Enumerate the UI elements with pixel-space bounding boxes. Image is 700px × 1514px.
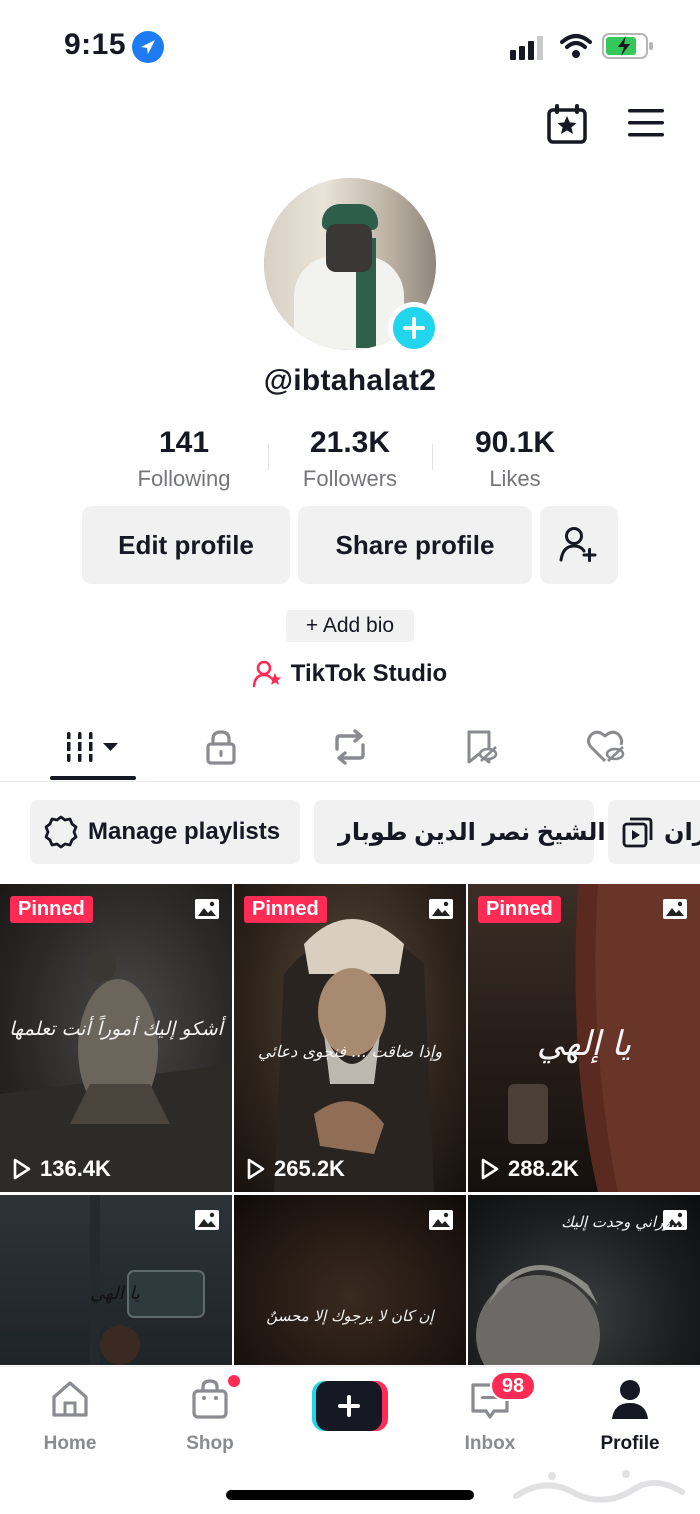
nav-shop[interactable]: Shop xyxy=(160,1375,260,1454)
video-tile[interactable]: إن كان لا يرجوك إلا محسنٌ xyxy=(234,1195,466,1365)
manage-playlists-label: Manage playlists xyxy=(88,818,281,845)
manage-playlists-button[interactable]: Manage playlists xyxy=(30,800,300,864)
stat-following[interactable]: 141 Following xyxy=(101,426,267,492)
add-avatar-button[interactable] xyxy=(388,302,440,354)
playlist-icon xyxy=(622,817,653,848)
stat-followers[interactable]: 21.3K Followers xyxy=(267,426,433,492)
stat-value: 21.3K xyxy=(309,426,391,459)
nav-inbox-label: Inbox xyxy=(464,1433,516,1454)
view-count: 288.2K xyxy=(480,1156,579,1182)
view-count-label: 288.2K xyxy=(508,1156,579,1181)
view-count-label: 136.4K xyxy=(40,1156,111,1181)
pinned-badge: Pinned xyxy=(478,896,561,923)
playlist-label: مران xyxy=(664,818,700,846)
video-caption: إن كان لا يرجوك إلا محسنٌ xyxy=(266,1307,434,1325)
create-button[interactable] xyxy=(312,1381,388,1431)
wifi-icon xyxy=(560,34,592,58)
add-bio-button[interactable]: + Add bio xyxy=(286,610,414,642)
active-tab-indicator xyxy=(50,776,136,780)
watermark-logo xyxy=(513,1470,685,1503)
video-caption: أشكو إليك أموراً أنت تعلمها xyxy=(9,1018,223,1040)
status-time: 9:15 xyxy=(64,28,127,61)
profile-tabs xyxy=(0,714,700,782)
home-indicator xyxy=(226,1490,474,1500)
video-tile[interactable]: Pinned وإذا ضاقت ... فنجوى دعائي 265.2K xyxy=(234,884,466,1192)
shop-notification-dot xyxy=(228,1375,240,1387)
bookmark-hidden-icon xyxy=(467,730,498,764)
inbox-badge: 98 xyxy=(490,1371,536,1401)
add-friend-button[interactable] xyxy=(540,506,618,584)
tab-favorites[interactable] xyxy=(438,714,524,780)
heart-hidden-icon xyxy=(587,730,625,763)
location-arrow-icon xyxy=(132,31,164,63)
pinned-badge: Pinned xyxy=(244,896,327,923)
menu-icon[interactable] xyxy=(626,106,666,140)
photo-icon xyxy=(429,899,453,919)
cellular-signal-icon xyxy=(510,36,543,60)
studio-label: TikTok Studio xyxy=(290,660,448,687)
avatar-phone xyxy=(326,224,372,272)
stat-label: Followers xyxy=(302,466,398,491)
play-icon xyxy=(13,1158,31,1180)
stat-likes[interactable]: 90.1K Likes xyxy=(432,426,598,492)
nav-profile-label: Profile xyxy=(600,1433,660,1454)
tab-reposts[interactable] xyxy=(307,714,393,780)
stat-value: 90.1K xyxy=(474,426,556,459)
calendar-star-icon[interactable] xyxy=(546,104,588,144)
video-caption: يا إلهي xyxy=(536,1024,632,1064)
share-profile-button[interactable]: Share profile xyxy=(298,506,532,584)
playlists-row: Manage playlists الشيخ نصر الدين طوبار م… xyxy=(0,800,700,866)
view-count-label: 265.2K xyxy=(274,1156,345,1181)
stat-label: Likes xyxy=(489,466,541,491)
photo-icon xyxy=(195,899,219,919)
lock-icon xyxy=(206,730,236,765)
profile-icon xyxy=(612,1380,648,1419)
playlist-chip[interactable]: الشيخ نصر الدين طوبار xyxy=(314,800,606,864)
add-person-icon xyxy=(559,527,597,562)
play-icon xyxy=(247,1158,265,1180)
plus-icon xyxy=(403,317,425,339)
playlist-chip[interactable]: مران xyxy=(608,800,700,864)
username: @ibtahalat2 xyxy=(263,364,437,397)
playlist-label: الشيخ نصر الدين طوبار xyxy=(338,818,606,846)
stat-label: Following xyxy=(137,466,231,491)
video-tile[interactable]: Pinned أشكو إليك أموراً أنت تعلمها 136.4… xyxy=(0,884,232,1192)
pinned-badge: Pinned xyxy=(10,896,93,923)
nav-home[interactable]: Home xyxy=(20,1377,120,1454)
stat-value: 141 xyxy=(158,426,210,459)
video-tile[interactable]: يا الهي xyxy=(0,1195,232,1365)
nav-home-label: Home xyxy=(43,1433,97,1454)
video-grid: Pinned أشكو إليك أموراً أنت تعلمها 136.4… xyxy=(0,884,700,1366)
video-tile[interactable]: Pinned يا إلهي 288.2K xyxy=(468,884,700,1192)
nav-shop-label: Shop xyxy=(186,1433,234,1454)
shopping-bag-icon xyxy=(192,1379,228,1419)
video-caption: يا الهي xyxy=(89,1283,140,1304)
edit-profile-button[interactable]: Edit profile xyxy=(82,506,290,584)
studio-person-icon xyxy=(252,660,281,688)
video-thumbnail xyxy=(274,919,434,1192)
battery-charging-icon xyxy=(602,33,653,59)
video-caption: وراني وجدت إليك... xyxy=(561,1213,685,1231)
view-count: 265.2K xyxy=(246,1156,345,1182)
status-bar: 9:15 xyxy=(0,0,700,92)
home-icon xyxy=(52,1381,88,1417)
tiktok-studio-link[interactable]: TikTok Studio xyxy=(0,656,700,692)
tab-videos-grid[interactable] xyxy=(50,714,136,780)
photo-icon xyxy=(429,1210,453,1230)
photo-icon xyxy=(195,1210,219,1230)
gear-icon xyxy=(44,815,78,849)
nav-profile[interactable]: Profile xyxy=(580,1377,680,1454)
grid-dropdown-icon xyxy=(63,732,118,762)
tab-liked[interactable] xyxy=(564,714,650,780)
tab-private[interactable] xyxy=(178,714,264,780)
video-caption: وإذا ضاقت ... فنجوى دعائي xyxy=(257,1042,443,1061)
video-tile[interactable]: وراني وجدت إليك... xyxy=(468,1195,700,1365)
view-count: 136.4K xyxy=(12,1156,111,1182)
play-icon xyxy=(481,1158,499,1180)
photo-icon xyxy=(663,899,687,919)
repost-icon xyxy=(335,729,365,765)
